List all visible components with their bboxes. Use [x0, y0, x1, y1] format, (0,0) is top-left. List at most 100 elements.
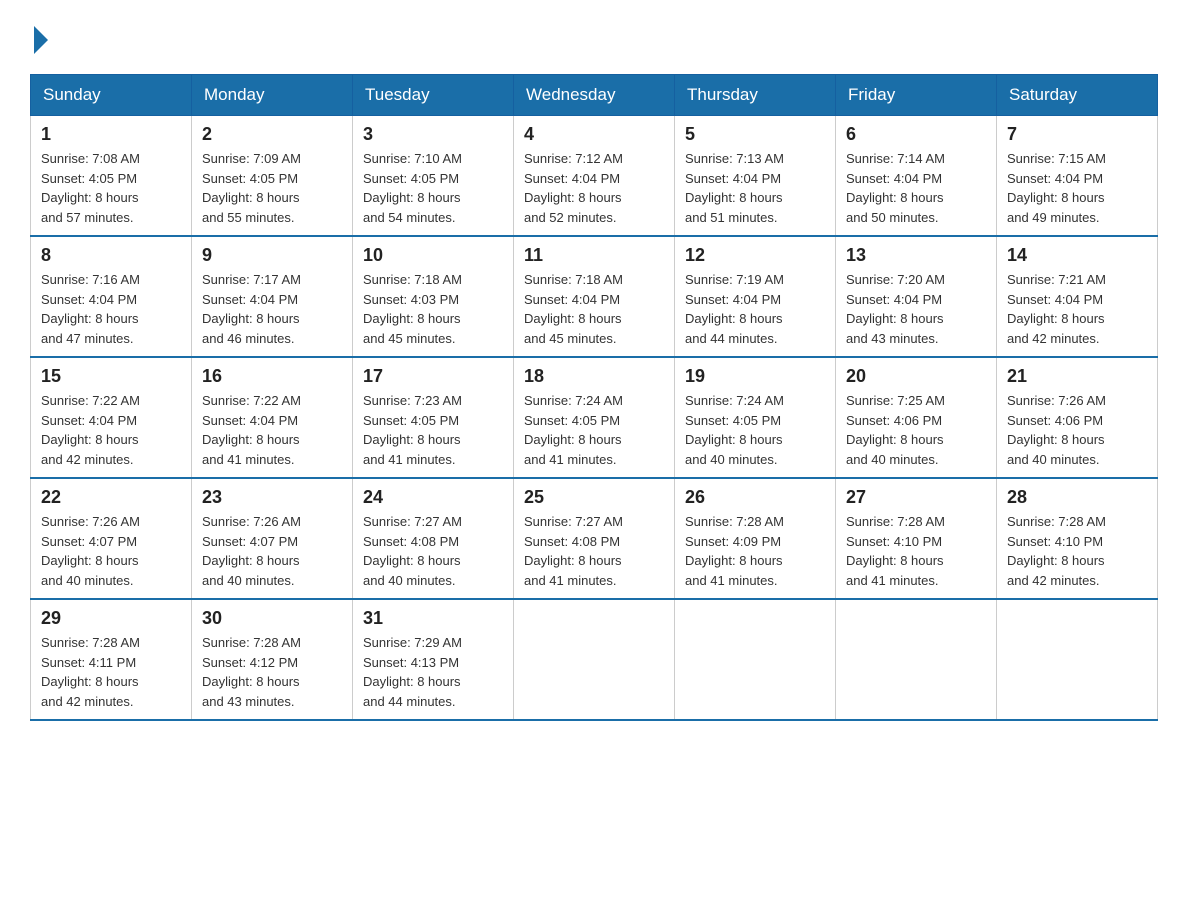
day-info: Sunrise: 7:27 AMSunset: 4:08 PMDaylight:… [524, 512, 664, 590]
day-number: 25 [524, 487, 664, 508]
calendar-cell: 5 Sunrise: 7:13 AMSunset: 4:04 PMDaylight… [675, 116, 836, 237]
calendar-table: SundayMondayTuesdayWednesdayThursdayFrid… [30, 74, 1158, 721]
calendar-week-row: 8Sunrise: 7:16 AMSunset: 4:04 PMDaylight… [31, 236, 1158, 357]
calendar-cell: 28Sunrise: 7:28 AMSunset: 4:10 PMDayligh… [997, 478, 1158, 599]
calendar-week-row: 1 Sunrise: 7:08 AMSunset: 4:05 PMDaylight… [31, 116, 1158, 237]
calendar-cell: 8Sunrise: 7:16 AMSunset: 4:04 PMDaylight… [31, 236, 192, 357]
day-number: 10 [363, 245, 503, 266]
calendar-cell: 29 Sunrise: 7:28 AMSunset: 4:11 PMDayligh… [31, 599, 192, 720]
calendar-cell: 6 Sunrise: 7:14 AMSunset: 4:04 PMDaylight… [836, 116, 997, 237]
calendar-cell: 18 Sunrise: 7:24 AMSunset: 4:05 PMDayligh… [514, 357, 675, 478]
day-number: 29 [41, 608, 181, 629]
calendar-cell: 9 Sunrise: 7:17 AMSunset: 4:04 PMDaylight… [192, 236, 353, 357]
calendar-cell: 23Sunrise: 7:26 AMSunset: 4:07 PMDayligh… [192, 478, 353, 599]
day-number: 3 [363, 124, 503, 145]
calendar-cell: 2Sunrise: 7:09 AMSunset: 4:05 PMDaylight… [192, 116, 353, 237]
calendar-cell: 24 Sunrise: 7:27 AMSunset: 4:08 PMDayligh… [353, 478, 514, 599]
calendar-header-sunday: Sunday [31, 75, 192, 116]
day-info: Sunrise: 7:13 AMSunset: 4:04 PMDaylight:… [685, 149, 825, 227]
day-info: Sunrise: 7:28 AMSunset: 4:10 PMDaylight:… [846, 512, 986, 590]
calendar-header-tuesday: Tuesday [353, 75, 514, 116]
day-info: Sunrise: 7:18 AMSunset: 4:03 PMDaylight:… [363, 270, 503, 348]
day-number: 24 [363, 487, 503, 508]
calendar-header-monday: Monday [192, 75, 353, 116]
day-info: Sunrise: 7:19 AMSunset: 4:04 PMDaylight:… [685, 270, 825, 348]
day-number: 19 [685, 366, 825, 387]
calendar-cell: 26Sunrise: 7:28 AMSunset: 4:09 PMDayligh… [675, 478, 836, 599]
calendar-header-thursday: Thursday [675, 75, 836, 116]
day-number: 18 [524, 366, 664, 387]
day-info: Sunrise: 7:24 AMSunset: 4:05 PMDaylight:… [685, 391, 825, 469]
calendar-week-row: 29 Sunrise: 7:28 AMSunset: 4:11 PMDayligh… [31, 599, 1158, 720]
day-number: 11 [524, 245, 664, 266]
calendar-header-friday: Friday [836, 75, 997, 116]
day-number: 4 [524, 124, 664, 145]
day-info: Sunrise: 7:12 AMSunset: 4:04 PMDaylight:… [524, 149, 664, 227]
day-number: 14 [1007, 245, 1147, 266]
calendar-cell [514, 599, 675, 720]
day-number: 15 [41, 366, 181, 387]
day-number: 16 [202, 366, 342, 387]
calendar-cell: 19 Sunrise: 7:24 AMSunset: 4:05 PMDayligh… [675, 357, 836, 478]
day-number: 9 [202, 245, 342, 266]
page-header [30, 30, 1158, 54]
day-info: Sunrise: 7:23 AMSunset: 4:05 PMDaylight:… [363, 391, 503, 469]
day-info: Sunrise: 7:28 AMSunset: 4:09 PMDaylight:… [685, 512, 825, 590]
day-info: Sunrise: 7:22 AMSunset: 4:04 PMDaylight:… [41, 391, 181, 469]
day-info: Sunrise: 7:26 AMSunset: 4:07 PMDaylight:… [202, 512, 342, 590]
day-info: Sunrise: 7:21 AMSunset: 4:04 PMDaylight:… [1007, 270, 1147, 348]
calendar-cell: 1 Sunrise: 7:08 AMSunset: 4:05 PMDaylight… [31, 116, 192, 237]
day-number: 5 [685, 124, 825, 145]
calendar-cell [675, 599, 836, 720]
logo [30, 30, 48, 54]
day-info: Sunrise: 7:22 AMSunset: 4:04 PMDaylight:… [202, 391, 342, 469]
calendar-header-wednesday: Wednesday [514, 75, 675, 116]
calendar-cell: 27 Sunrise: 7:28 AMSunset: 4:10 PMDayligh… [836, 478, 997, 599]
calendar-cell: 4 Sunrise: 7:12 AMSunset: 4:04 PMDaylight… [514, 116, 675, 237]
day-info: Sunrise: 7:14 AMSunset: 4:04 PMDaylight:… [846, 149, 986, 227]
calendar-cell: 15 Sunrise: 7:22 AMSunset: 4:04 PMDayligh… [31, 357, 192, 478]
day-info: Sunrise: 7:17 AMSunset: 4:04 PMDaylight:… [202, 270, 342, 348]
day-number: 21 [1007, 366, 1147, 387]
day-info: Sunrise: 7:15 AMSunset: 4:04 PMDaylight:… [1007, 149, 1147, 227]
day-number: 31 [363, 608, 503, 629]
calendar-week-row: 22Sunrise: 7:26 AMSunset: 4:07 PMDayligh… [31, 478, 1158, 599]
day-info: Sunrise: 7:10 AMSunset: 4:05 PMDaylight:… [363, 149, 503, 227]
day-info: Sunrise: 7:28 AMSunset: 4:10 PMDaylight:… [1007, 512, 1147, 590]
day-info: Sunrise: 7:24 AMSunset: 4:05 PMDaylight:… [524, 391, 664, 469]
day-number: 6 [846, 124, 986, 145]
day-info: Sunrise: 7:26 AMSunset: 4:06 PMDaylight:… [1007, 391, 1147, 469]
calendar-cell: 3 Sunrise: 7:10 AMSunset: 4:05 PMDaylight… [353, 116, 514, 237]
day-number: 27 [846, 487, 986, 508]
day-info: Sunrise: 7:20 AMSunset: 4:04 PMDaylight:… [846, 270, 986, 348]
calendar-cell: 22Sunrise: 7:26 AMSunset: 4:07 PMDayligh… [31, 478, 192, 599]
calendar-cell: 16 Sunrise: 7:22 AMSunset: 4:04 PMDayligh… [192, 357, 353, 478]
calendar-cell: 11 Sunrise: 7:18 AMSunset: 4:04 PMDayligh… [514, 236, 675, 357]
day-info: Sunrise: 7:28 AMSunset: 4:11 PMDaylight:… [41, 633, 181, 711]
day-number: 13 [846, 245, 986, 266]
calendar-cell: 7 Sunrise: 7:15 AMSunset: 4:04 PMDaylight… [997, 116, 1158, 237]
calendar-cell [997, 599, 1158, 720]
calendar-cell: 31Sunrise: 7:29 AMSunset: 4:13 PMDayligh… [353, 599, 514, 720]
day-info: Sunrise: 7:08 AMSunset: 4:05 PMDaylight:… [41, 149, 181, 227]
calendar-week-row: 15 Sunrise: 7:22 AMSunset: 4:04 PMDayligh… [31, 357, 1158, 478]
calendar-header-saturday: Saturday [997, 75, 1158, 116]
day-number: 30 [202, 608, 342, 629]
day-info: Sunrise: 7:18 AMSunset: 4:04 PMDaylight:… [524, 270, 664, 348]
day-info: Sunrise: 7:27 AMSunset: 4:08 PMDaylight:… [363, 512, 503, 590]
calendar-cell: 30 Sunrise: 7:28 AMSunset: 4:12 PMDayligh… [192, 599, 353, 720]
day-info: Sunrise: 7:25 AMSunset: 4:06 PMDaylight:… [846, 391, 986, 469]
day-number: 1 [41, 124, 181, 145]
day-number: 7 [1007, 124, 1147, 145]
day-number: 17 [363, 366, 503, 387]
day-number: 20 [846, 366, 986, 387]
day-number: 2 [202, 124, 342, 145]
calendar-header-row: SundayMondayTuesdayWednesdayThursdayFrid… [31, 75, 1158, 116]
calendar-cell: 17 Sunrise: 7:23 AMSunset: 4:05 PMDayligh… [353, 357, 514, 478]
day-number: 12 [685, 245, 825, 266]
calendar-cell: 20 Sunrise: 7:25 AMSunset: 4:06 PMDayligh… [836, 357, 997, 478]
day-info: Sunrise: 7:26 AMSunset: 4:07 PMDaylight:… [41, 512, 181, 590]
calendar-cell: 25 Sunrise: 7:27 AMSunset: 4:08 PMDayligh… [514, 478, 675, 599]
day-number: 8 [41, 245, 181, 266]
day-info: Sunrise: 7:28 AMSunset: 4:12 PMDaylight:… [202, 633, 342, 711]
